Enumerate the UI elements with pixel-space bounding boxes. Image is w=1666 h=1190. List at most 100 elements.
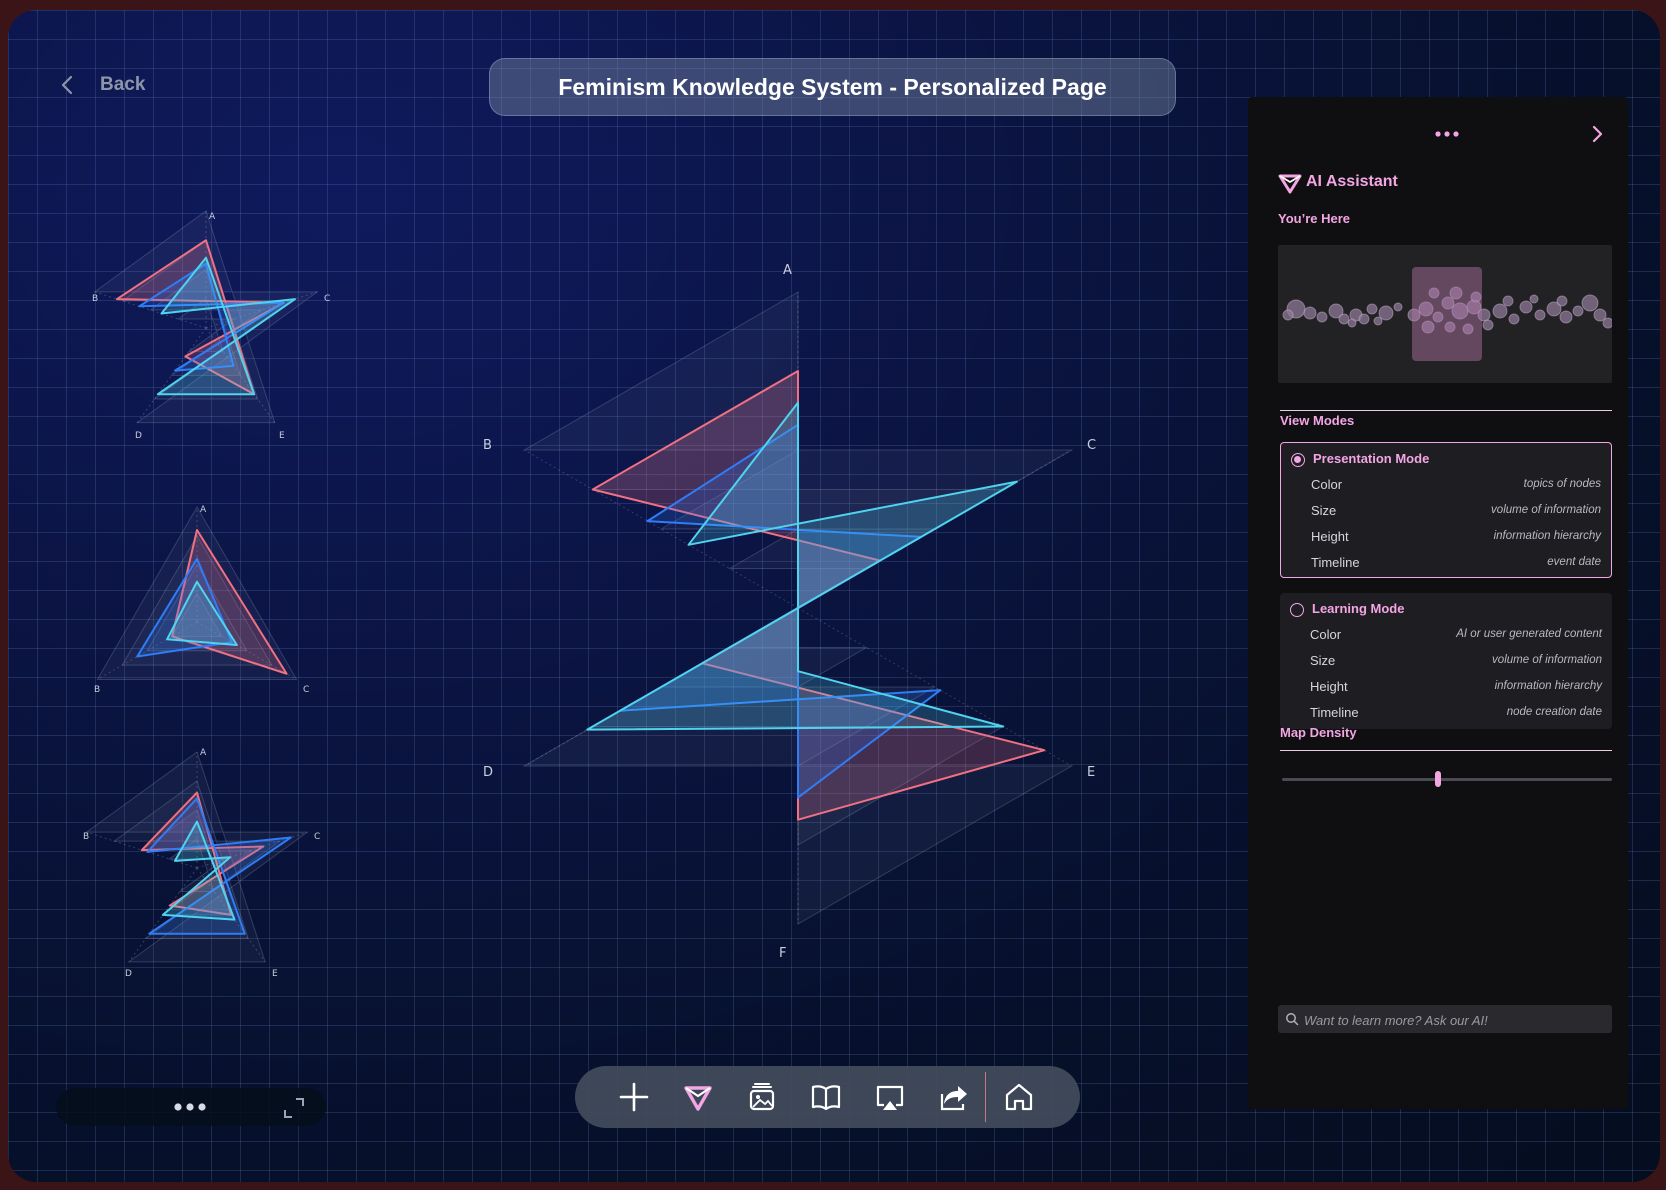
- mode-row: Height information hierarchy: [1310, 679, 1602, 699]
- present-icon[interactable]: [873, 1080, 907, 1114]
- minimap-node: [1347, 318, 1357, 328]
- axis-label-c: C: [324, 294, 331, 304]
- row-key: Height: [1310, 679, 1348, 694]
- more-icon[interactable]: [1434, 129, 1460, 139]
- minimap-node: [1529, 294, 1539, 304]
- search-icon: [1286, 1013, 1299, 1026]
- home-icon[interactable]: [1002, 1080, 1036, 1114]
- minimap-node: [1338, 313, 1350, 325]
- axis-label-b: B: [83, 832, 90, 842]
- minimap-node: [1282, 309, 1294, 321]
- minimap-node: [1519, 300, 1533, 314]
- minimap-controls: [56, 1088, 326, 1126]
- mode-row: Height information hierarchy: [1311, 529, 1601, 549]
- radio-selected[interactable]: [1291, 453, 1305, 467]
- axis-label-a: A: [200, 748, 207, 758]
- row-key: Size: [1311, 503, 1337, 518]
- minimap-node: [1559, 310, 1573, 324]
- minimap-node: [1581, 294, 1599, 312]
- minimap-node: [1373, 316, 1383, 326]
- ask-ai-input[interactable]: [1302, 1008, 1606, 1032]
- row-key: Timeline: [1311, 555, 1360, 570]
- mode-row: Color AI or user generated content: [1310, 627, 1602, 647]
- minimap-node: [1366, 303, 1378, 315]
- gallery-icon[interactable]: [745, 1080, 779, 1114]
- minimap-node: [1602, 317, 1612, 329]
- row-key: Timeline: [1310, 705, 1359, 720]
- row-value: information hierarchy: [1494, 680, 1602, 692]
- learning-mode-option[interactable]: Learning Mode Color AI or user generated …: [1280, 593, 1612, 729]
- axis-label-b: B: [483, 438, 492, 453]
- row-value: volume of information: [1491, 504, 1601, 516]
- axis-label-f: F: [779, 946, 787, 961]
- share-icon[interactable]: [937, 1080, 971, 1114]
- row-value: AI or user generated content: [1456, 628, 1602, 640]
- ai-logo-icon: [1278, 174, 1302, 194]
- axis-label-e: E: [1087, 765, 1096, 780]
- minimap-node: [1534, 309, 1546, 321]
- axis-label-a: A: [200, 505, 207, 515]
- minimap-node: [1482, 319, 1494, 331]
- minimap-node: [1508, 313, 1520, 325]
- presentation-mode-option[interactable]: Presentation Mode Color topics of nodes S…: [1280, 442, 1612, 578]
- density-slider-thumb[interactable]: [1435, 771, 1441, 787]
- minimap-node: [1358, 313, 1370, 325]
- row-value: information hierarchy: [1493, 530, 1601, 542]
- minimap-node: [1316, 311, 1328, 323]
- more-icon[interactable]: [170, 1098, 210, 1116]
- expand-icon[interactable]: [282, 1096, 306, 1120]
- density-slider-track[interactable]: [1282, 778, 1612, 781]
- ai-logo-icon[interactable]: [681, 1080, 715, 1114]
- toolbar-divider: [985, 1072, 986, 1122]
- minimap-node: [1492, 303, 1508, 319]
- book-icon[interactable]: [809, 1080, 843, 1114]
- axis-label-b: B: [94, 685, 101, 695]
- divider: [1280, 750, 1612, 751]
- location-minimap[interactable]: [1278, 245, 1612, 383]
- app-canvas: Back Feminism Knowledge System - Persona…: [8, 10, 1660, 1182]
- assistant-title: AI Assistant: [1306, 173, 1398, 190]
- row-value: event date: [1547, 556, 1601, 568]
- axis-label-d: D: [125, 969, 132, 979]
- mode-title: Presentation Mode: [1313, 451, 1430, 466]
- axis-label-c: C: [314, 832, 321, 842]
- axis-label-d: D: [483, 765, 494, 780]
- axis-label-a: A: [209, 212, 216, 222]
- minimap-node: [1556, 295, 1568, 307]
- row-key: Height: [1311, 529, 1349, 544]
- map-density-label: Map Density: [1280, 725, 1357, 740]
- axis-label-a: A: [783, 263, 792, 278]
- row-value: topics of nodes: [1523, 478, 1601, 490]
- ai-assistant-panel: AI Assistant You’re Here View Modes Pres…: [1248, 97, 1628, 1109]
- add-icon[interactable]: [617, 1080, 651, 1114]
- view-modes-label: View Modes: [1280, 413, 1355, 428]
- minimap-nodes: [1282, 267, 1612, 361]
- row-key: Size: [1310, 653, 1336, 668]
- mode-title: Learning Mode: [1312, 601, 1405, 616]
- row-value: node creation date: [1506, 706, 1602, 718]
- minimap-node: [1572, 305, 1584, 317]
- row-value: volume of information: [1492, 654, 1602, 666]
- mode-row: Color topics of nodes: [1311, 477, 1601, 497]
- axis-label-b: B: [92, 294, 99, 304]
- axis-label-d: D: [135, 431, 142, 441]
- mode-row: Size volume of information: [1310, 653, 1602, 673]
- axis-label-c: C: [303, 685, 310, 695]
- axis-label-c: C: [1087, 438, 1097, 453]
- mode-row: Timeline node creation date: [1310, 705, 1602, 725]
- axis-label-e: E: [272, 969, 278, 979]
- ask-ai-field[interactable]: [1278, 1005, 1612, 1033]
- mode-row: Timeline event date: [1311, 555, 1601, 575]
- radio-unselected[interactable]: [1290, 603, 1304, 617]
- viewport-indicator[interactable]: [1412, 267, 1482, 361]
- chevron-right-icon[interactable]: [1591, 125, 1603, 143]
- minimap-node: [1502, 295, 1514, 307]
- location-label: You’re Here: [1278, 211, 1351, 226]
- mode-row: Size volume of information: [1311, 503, 1601, 523]
- minimap-node: [1393, 302, 1403, 312]
- divider: [1280, 410, 1612, 411]
- axis-label-e: E: [279, 431, 285, 441]
- bottom-toolbar: [575, 1066, 1080, 1128]
- minimap-node: [1303, 306, 1317, 320]
- row-key: Color: [1311, 477, 1343, 492]
